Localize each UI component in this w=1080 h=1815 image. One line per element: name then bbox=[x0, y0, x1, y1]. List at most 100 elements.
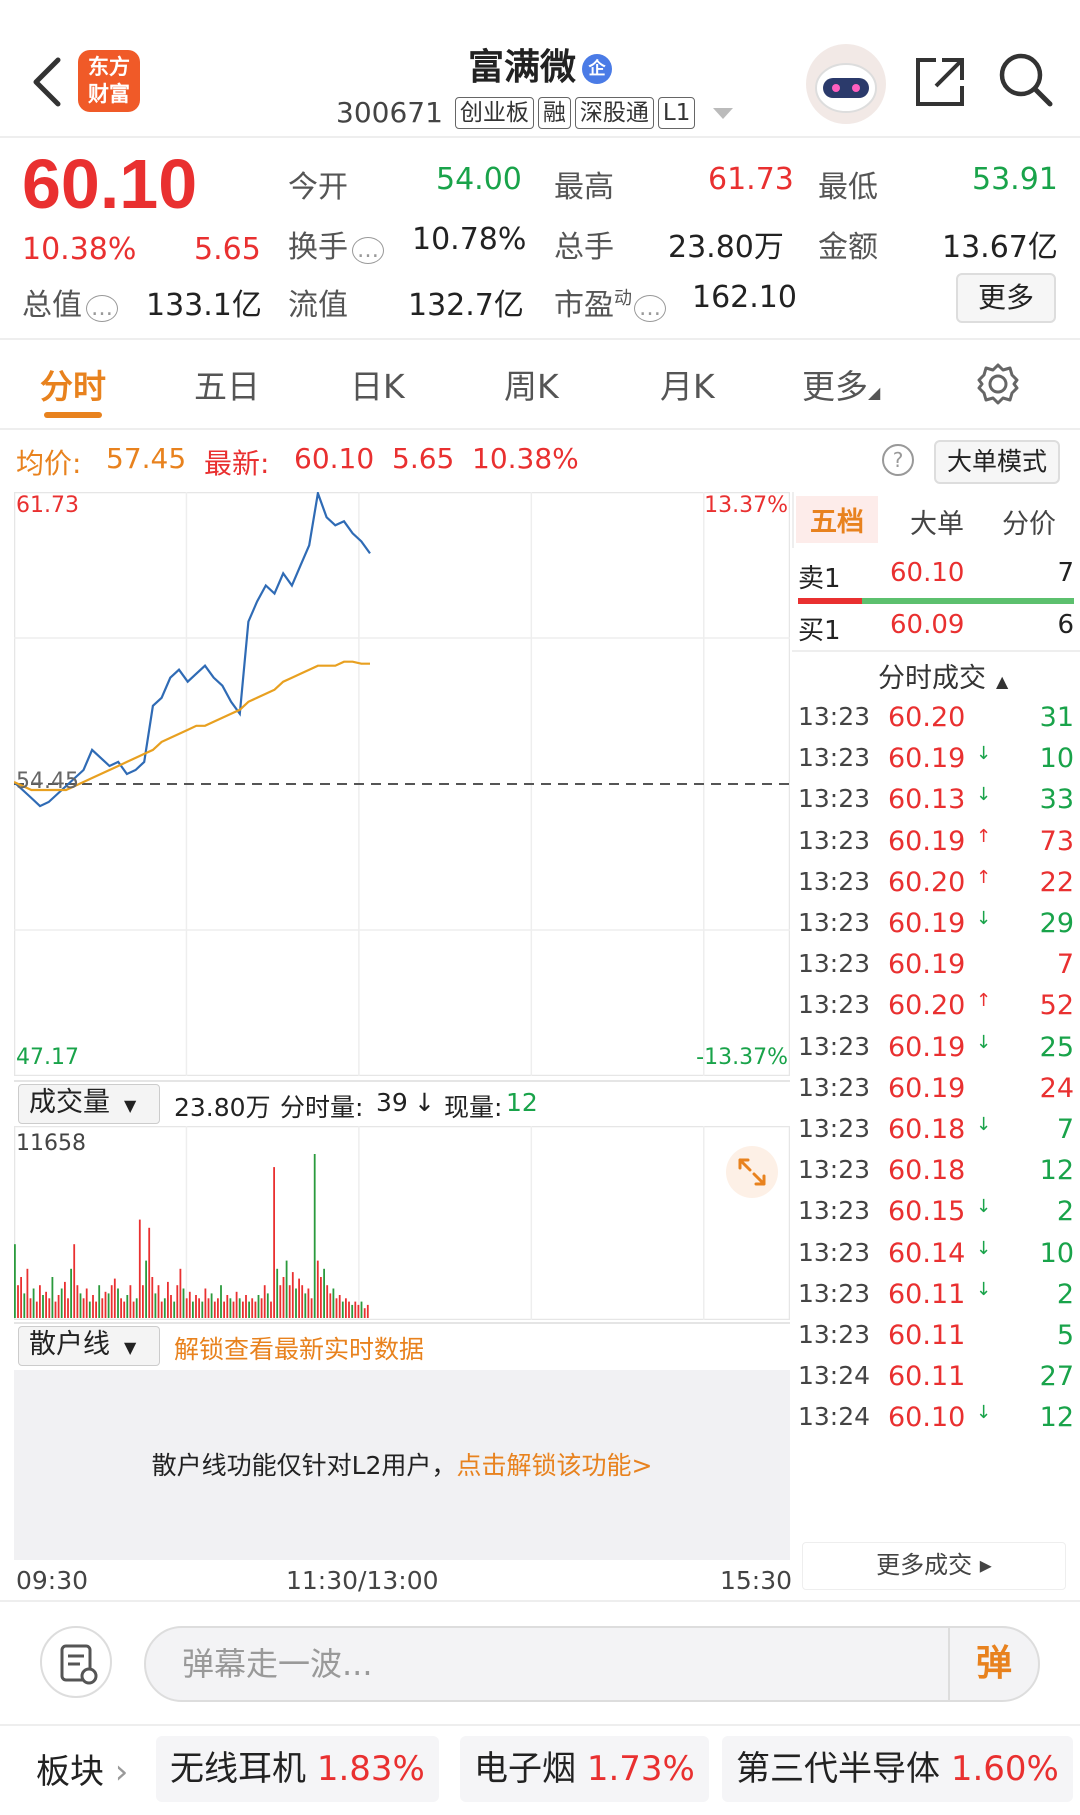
tab-daily-k[interactable]: 日K bbox=[350, 360, 405, 408]
buy-pressure-bar bbox=[862, 598, 1074, 604]
sector-chip-e-cigarette[interactable]: 电子烟 1.73% bbox=[460, 1736, 709, 1802]
search-icon[interactable] bbox=[996, 50, 1056, 110]
volume-bar bbox=[273, 1167, 275, 1318]
volume-bar bbox=[117, 1288, 119, 1318]
info-icon[interactable]: … bbox=[352, 237, 384, 264]
retail-line-header: 散户线 ▼ 解锁查看最新实时数据 bbox=[14, 1322, 790, 1366]
volume-bar bbox=[135, 1298, 138, 1318]
volume-bar bbox=[32, 1288, 35, 1318]
latest-price: 60.10 bbox=[294, 442, 375, 475]
trade-row: 13:23 60.14 ↓ 10 bbox=[798, 1237, 1074, 1269]
sector-chip-wireless-earphones[interactable]: 无线耳机 1.83% bbox=[156, 1736, 439, 1802]
change-percent: 10.38% bbox=[22, 232, 137, 267]
volume-bar bbox=[26, 1268, 29, 1318]
volume-bar bbox=[145, 1260, 147, 1318]
volume-bar bbox=[357, 1304, 360, 1318]
float-cap-value: 132.7亿 bbox=[408, 288, 524, 323]
volume-bar bbox=[213, 1301, 216, 1318]
danmu-button[interactable]: 弹 bbox=[948, 1628, 1038, 1700]
volume-bar bbox=[173, 1301, 176, 1318]
current-price: 60.10 bbox=[22, 145, 198, 223]
retail-line-selector[interactable]: 散户线 ▼ bbox=[18, 1326, 160, 1366]
more-button[interactable]: 更多 bbox=[956, 273, 1056, 323]
volume-selector[interactable]: 成交量 ▼ bbox=[18, 1084, 160, 1124]
expand-icon[interactable] bbox=[726, 1146, 778, 1198]
intraday-price-chart[interactable]: 61.73 47.17 54.45 13.37% -13.37% bbox=[14, 492, 790, 1076]
low-label: 最低 bbox=[818, 170, 878, 205]
trades-title: 分时成交 ▲ bbox=[878, 663, 1009, 694]
turnover-value: 10.78% bbox=[412, 222, 527, 257]
volume-bar bbox=[42, 1295, 44, 1318]
trade-row: 13:23 60.19 ↓ 10 bbox=[798, 743, 1074, 775]
volume-bar bbox=[142, 1285, 144, 1318]
volume-bar bbox=[188, 1291, 191, 1318]
volume-bar bbox=[73, 1244, 76, 1318]
more-trades-button[interactable]: 更多成交 ▸ bbox=[802, 1542, 1066, 1590]
volume-value: 23.80万 bbox=[668, 230, 784, 265]
assistant-robot-icon[interactable] bbox=[806, 44, 886, 124]
volume-bar bbox=[70, 1268, 72, 1318]
volume-bar bbox=[304, 1293, 307, 1318]
trade-row: 13:23 60.19 7 bbox=[798, 949, 1074, 981]
enterprise-badge: 企 bbox=[582, 54, 612, 84]
volume-bar bbox=[129, 1285, 132, 1318]
volume-bar bbox=[154, 1293, 157, 1318]
big-order-mode-button[interactable]: 大单模式 bbox=[934, 440, 1060, 484]
volume-bar bbox=[323, 1268, 325, 1318]
volume-bar bbox=[254, 1301, 257, 1318]
share-icon[interactable] bbox=[912, 52, 970, 110]
volume-bar bbox=[229, 1298, 232, 1318]
volume-chart[interactable]: 11658 bbox=[14, 1126, 790, 1320]
pct-max-label: 13.37% bbox=[704, 493, 788, 518]
comment-bar: 弹幕走一波... 弹 bbox=[0, 1600, 1080, 1726]
volume-bar bbox=[82, 1298, 85, 1318]
tab-price-distribution[interactable]: 分价 bbox=[1002, 502, 1056, 541]
sector-chip-third-gen-semiconductor[interactable]: 第三代半导体 1.60% bbox=[722, 1736, 1073, 1802]
volume-bar bbox=[170, 1295, 172, 1318]
volume-bar bbox=[204, 1288, 207, 1318]
trade-row: 13:24 60.11 27 bbox=[798, 1361, 1074, 1393]
tab-five-levels[interactable]: 五档 bbox=[796, 496, 878, 543]
volume-bar bbox=[260, 1298, 263, 1318]
volume-bar bbox=[67, 1298, 69, 1318]
trade-row: 13:24 60.10 ↓ 12 bbox=[798, 1402, 1074, 1434]
sell-pressure-bar bbox=[798, 598, 862, 604]
trade-row: 13:23 60.11 5 bbox=[798, 1320, 1074, 1351]
trade-row: 13:23 60.11 ↓ 2 bbox=[798, 1278, 1074, 1310]
volume-bar bbox=[176, 1285, 179, 1318]
volume-bar bbox=[60, 1288, 63, 1318]
chevron-down-icon[interactable] bbox=[709, 103, 739, 123]
trade-row: 13:23 60.18 ↓ 7 bbox=[798, 1114, 1074, 1145]
tab-more[interactable]: 更多◢ bbox=[802, 360, 880, 408]
info-icon[interactable]: … bbox=[86, 295, 118, 322]
high-value: 61.73 bbox=[708, 162, 794, 197]
sector-label[interactable]: 板块 › bbox=[36, 1744, 128, 1793]
danmu-input[interactable]: 弹幕走一波... 弹 bbox=[144, 1626, 1040, 1702]
help-icon[interactable]: ? bbox=[882, 444, 914, 476]
volume-bar bbox=[126, 1295, 129, 1318]
minute-volume-label: 分时量: bbox=[280, 1093, 364, 1122]
volume-bar bbox=[238, 1298, 241, 1318]
comment-list-icon[interactable] bbox=[40, 1626, 112, 1698]
info-icon[interactable]: … bbox=[634, 295, 666, 322]
volume-bar bbox=[316, 1260, 319, 1318]
tab-big-orders[interactable]: 大单 bbox=[910, 502, 964, 541]
volume-bar bbox=[23, 1293, 26, 1318]
volume-bar bbox=[248, 1301, 250, 1318]
tab-monthly-k[interactable]: 月K bbox=[660, 360, 715, 408]
volume-bar bbox=[326, 1285, 329, 1318]
latest-change: 5.65 bbox=[392, 442, 455, 475]
top-bar: 东方 财富 富满微企 300671 创业板 融 深股通 L1 bbox=[0, 0, 1080, 138]
price-line bbox=[14, 492, 371, 808]
volume-bar bbox=[291, 1272, 294, 1318]
tab-intraday[interactable]: 分时 bbox=[40, 360, 106, 408]
stock-code: 300671 bbox=[336, 96, 443, 129]
tab-five-day[interactable]: 五日 bbox=[194, 360, 260, 408]
latest-percent: 10.38% bbox=[472, 442, 579, 475]
unlock-hint[interactable]: 解锁查看最新实时数据 bbox=[174, 1330, 424, 1366]
tab-weekly-k[interactable]: 周K bbox=[504, 360, 559, 408]
price-info-row: 均价: 57.45 最新: 60.10 5.65 10.38% ? 大单模式 bbox=[0, 432, 1080, 488]
unlock-link[interactable]: 点击解锁该功能> bbox=[456, 1451, 652, 1480]
tag-level: L1 bbox=[657, 96, 696, 129]
settings-gear-icon[interactable] bbox=[976, 362, 1020, 406]
